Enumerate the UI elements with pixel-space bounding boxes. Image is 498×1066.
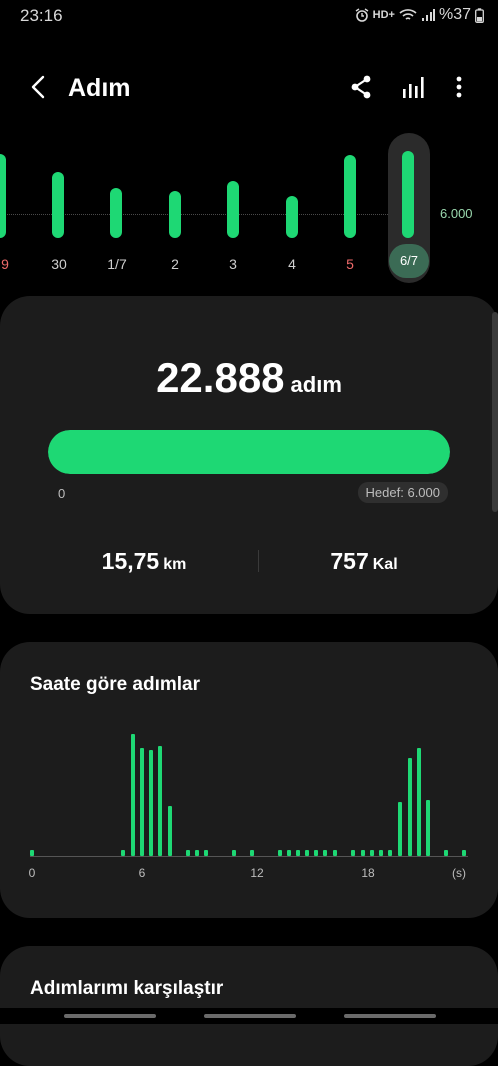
day-label[interactable]: 3 xyxy=(213,256,253,272)
steps-unit: adım xyxy=(290,372,342,397)
hour-bar xyxy=(204,850,208,856)
hour-bar xyxy=(408,758,412,856)
hourly-steps-card[interactable]: Saate göre adımlar 0 6 12 18 (s) xyxy=(0,642,498,918)
hour-bar xyxy=(333,850,337,856)
day-label[interactable]: 1/7 xyxy=(97,256,137,272)
hour-bar xyxy=(444,850,448,856)
battery-level: %37 xyxy=(438,6,471,23)
wifi-icon xyxy=(399,8,417,22)
day-bar[interactable] xyxy=(344,155,356,238)
hour-bar xyxy=(131,734,135,856)
battery-icon xyxy=(475,7,484,23)
stat-divider xyxy=(258,550,259,572)
day-label[interactable]: 30 xyxy=(39,256,79,272)
hour-bar xyxy=(462,850,466,856)
hour-bar xyxy=(186,850,190,856)
hour-unit-label: (s) xyxy=(452,866,466,880)
signal-icon xyxy=(421,8,435,22)
calories-value: 757 xyxy=(330,548,369,574)
hour-bar xyxy=(426,800,430,856)
nav-home[interactable] xyxy=(204,1014,296,1018)
hour-bar xyxy=(278,850,282,856)
day-bar[interactable] xyxy=(286,196,298,238)
share-icon xyxy=(351,75,371,99)
distance-value: 15,75 xyxy=(101,548,160,574)
day-label-selected[interactable]: 6/7 xyxy=(389,244,429,278)
steps-count: 22.888 xyxy=(156,354,285,401)
bar-chart-icon xyxy=(403,77,424,98)
status-icons: HD+ %37 xyxy=(355,6,484,24)
hour-bar xyxy=(370,850,374,856)
hour-bar xyxy=(398,802,402,856)
hour-bar xyxy=(388,850,392,856)
calories-unit: Kal xyxy=(372,556,398,573)
progress-min-label: 0 xyxy=(58,486,66,501)
day-label[interactable]: 4 xyxy=(272,256,312,272)
hour-bar xyxy=(287,850,291,856)
day-bar[interactable] xyxy=(0,154,6,238)
hour-bar xyxy=(195,850,199,856)
distance-stat: 15,75 km xyxy=(44,548,244,575)
network-type: HD+ xyxy=(372,9,395,21)
share-button[interactable] xyxy=(346,72,376,102)
compare-title: Adımlarımı karşılaştır xyxy=(30,978,224,999)
back-button[interactable] xyxy=(24,72,54,102)
day-bar[interactable] xyxy=(52,172,64,238)
hour-bar xyxy=(232,850,236,856)
app-header: Adım xyxy=(0,60,498,116)
chevron-left-icon xyxy=(31,75,45,99)
system-nav-bar xyxy=(0,1008,498,1024)
chart-view-button[interactable] xyxy=(398,72,428,102)
hour-tick-label: 6 xyxy=(138,866,146,880)
day-label[interactable]: 5 xyxy=(330,256,370,272)
hour-tick-label: 12 xyxy=(250,866,264,880)
compare-steps-card[interactable]: Adımlarımı karşılaştır xyxy=(0,946,498,1066)
hour-bar xyxy=(158,746,162,856)
hour-bar xyxy=(30,850,34,856)
hour-bar xyxy=(314,850,318,856)
steps-summary-card: 22.888 adım 0 Hedef: 6.000 15,75 km 757 Kal xyxy=(0,296,498,614)
day-bar-selected[interactable] xyxy=(402,151,414,238)
hour-bar xyxy=(250,850,254,856)
page-title: Adım xyxy=(68,74,131,102)
steps-total: 22.888 adım xyxy=(0,354,498,402)
hour-bar xyxy=(296,850,300,856)
hour-tick-label: 0 xyxy=(28,866,36,880)
calories-stat: 757 Kal xyxy=(264,548,464,575)
hour-bar xyxy=(361,850,365,856)
status-bar: 23:16 HD+ %37 xyxy=(0,0,498,32)
hour-bar xyxy=(417,748,421,856)
status-time: 23:16 xyxy=(20,6,63,25)
day-bar[interactable] xyxy=(110,188,122,238)
goal-badge: Hedef: 6.000 xyxy=(357,482,448,503)
hour-tick-label: 18 xyxy=(361,866,375,880)
hourly-baseline xyxy=(30,856,468,857)
goal-line-label: 6.000 xyxy=(440,206,473,221)
day-bar[interactable] xyxy=(169,191,181,238)
hour-bar xyxy=(379,850,383,856)
hour-bar xyxy=(149,750,153,856)
alarm-icon xyxy=(355,8,369,22)
hour-bar xyxy=(323,850,327,856)
hour-bar xyxy=(351,850,355,856)
steps-progress-bar xyxy=(48,430,450,474)
scrollbar[interactable] xyxy=(492,312,498,512)
day-label[interactable]: 9 xyxy=(0,256,25,272)
more-vertical-icon xyxy=(456,76,462,98)
hourly-title: Saate göre adımlar xyxy=(30,674,201,695)
day-bar[interactable] xyxy=(227,181,239,238)
day-label[interactable]: 2 xyxy=(155,256,195,272)
more-options-button[interactable] xyxy=(444,72,474,102)
hour-bar xyxy=(140,748,144,856)
hour-bar xyxy=(305,850,309,856)
hour-bar xyxy=(168,806,172,856)
nav-recents[interactable] xyxy=(64,1014,156,1018)
nav-back[interactable] xyxy=(344,1014,436,1018)
distance-unit: km xyxy=(163,556,187,573)
weekly-steps-strip[interactable]: 6.000 9 30 1/7 2 3 4 5 6/7 xyxy=(0,126,498,290)
steps-progress-fill xyxy=(48,430,450,474)
hour-bar xyxy=(121,850,125,856)
